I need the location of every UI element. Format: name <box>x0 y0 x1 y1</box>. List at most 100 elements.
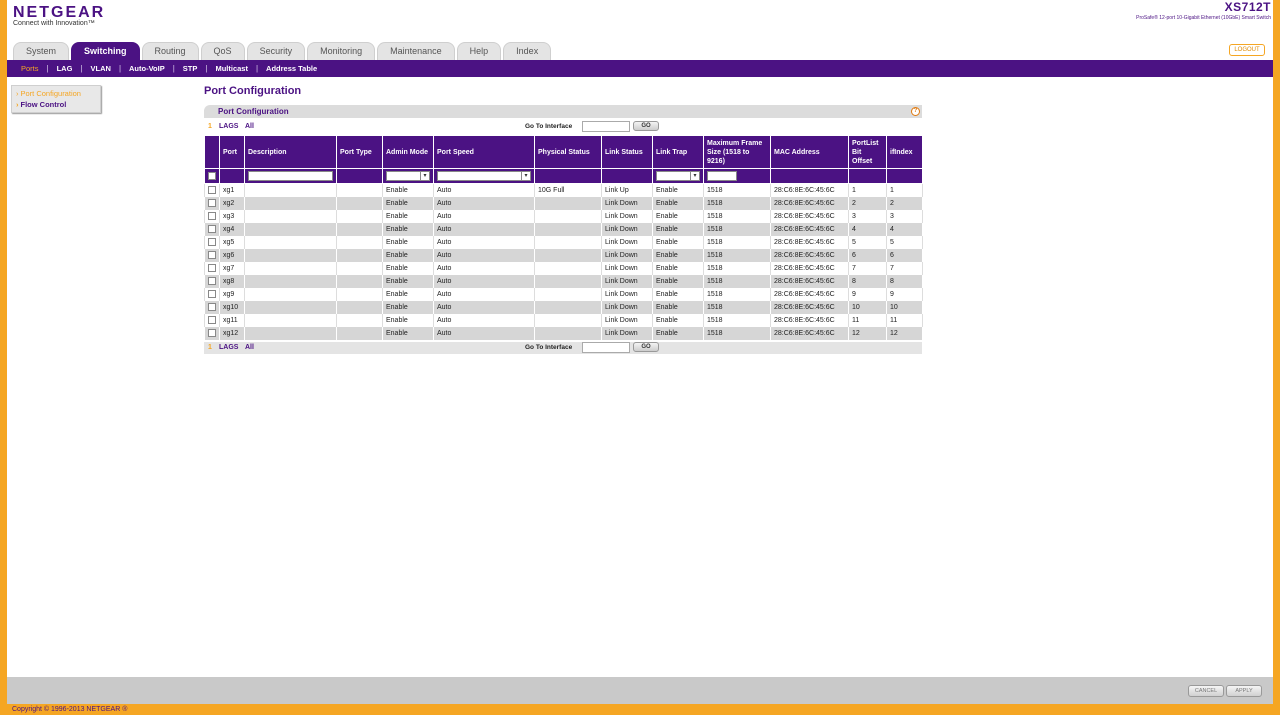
select-all-checkbox[interactable] <box>208 172 216 180</box>
row-checkbox[interactable] <box>208 251 216 259</box>
page-number-link[interactable]: 1 <box>208 123 212 130</box>
table-row[interactable]: xg9 Enable Auto Link Down Enable 1518 28:C6:8E… <box>204 287 923 301</box>
all-link[interactable]: All <box>245 123 254 130</box>
row-checkbox[interactable] <box>208 316 216 324</box>
subnav-auto-voip[interactable]: Auto-VoIP <box>129 64 165 73</box>
subnav-vlan[interactable]: VLAN <box>91 64 111 73</box>
table-row[interactable]: xg5 Enable Auto Link Down Enable 1518 28:C6:8E… <box>204 235 923 249</box>
admin-mode-select[interactable]: ▾ <box>386 171 430 181</box>
logout-button[interactable]: LOGOUT <box>1229 44 1265 56</box>
table-cell: Enable <box>652 196 704 210</box>
subnav-multicast[interactable]: Multicast <box>215 64 248 73</box>
subnav-address-table[interactable]: Address Table <box>266 64 317 73</box>
column-header: Admin Mode <box>382 135 434 169</box>
tab-index[interactable]: Index <box>503 42 552 60</box>
table-row[interactable]: xg6 Enable Auto Link Down Enable 1518 28:C6:8E… <box>204 248 923 262</box>
cancel-button[interactable]: CANCEL <box>1188 685 1224 697</box>
table-cell: 3 <box>848 209 887 223</box>
model-name: XS712T <box>1224 0 1271 14</box>
port-speed-select[interactable]: ▾ <box>437 171 531 181</box>
goto-interface-input[interactable] <box>582 121 630 132</box>
left-menu-flow-control[interactable]: › Flow Control <box>16 100 96 111</box>
table-cell: 5 <box>848 235 887 249</box>
description-filter-input[interactable] <box>248 171 333 181</box>
table-row[interactable]: xg3 Enable Auto Link Down Enable 1518 28:C6:8E… <box>204 209 923 223</box>
table-cell: Link Down <box>601 261 653 275</box>
column-header: Link Status <box>601 135 653 169</box>
table-cell <box>244 313 337 327</box>
tab-qos[interactable]: QoS <box>200 42 245 60</box>
table-cell: Enable <box>652 248 704 262</box>
column-header: Link Trap <box>652 135 704 169</box>
link-trap-select[interactable]: ▾ <box>656 171 700 181</box>
frame-size-filter-input[interactable] <box>707 171 737 181</box>
table-cell: Auto <box>433 326 535 340</box>
row-checkbox[interactable] <box>208 238 216 246</box>
all-link[interactable]: All <box>245 344 254 351</box>
goto-interface-input[interactable] <box>582 342 630 353</box>
subnav-separator: | <box>80 64 83 73</box>
table-cell: Auto <box>433 196 535 210</box>
page-title: Port Configuration <box>204 85 302 97</box>
go-button[interactable]: GO <box>633 121 659 131</box>
tab-routing[interactable]: Routing <box>141 42 199 60</box>
table-cell: Link Down <box>601 300 653 314</box>
table-cell: 28:C6:8E:6C:45:6C <box>770 274 849 288</box>
tab-help[interactable]: Help <box>456 42 502 60</box>
table-cell: Enable <box>652 261 704 275</box>
row-checkbox[interactable] <box>208 212 216 220</box>
subnav-ports[interactable]: Ports <box>21 64 39 73</box>
table-cell: xg9 <box>219 287 245 301</box>
chevron-right-icon: › <box>16 89 19 98</box>
subnav-stp[interactable]: STP <box>183 64 198 73</box>
row-checkbox[interactable] <box>208 277 216 285</box>
table-cell <box>244 222 337 236</box>
goto-interface-label: Go To Interface <box>525 123 573 130</box>
subnav-lag[interactable]: LAG <box>57 64 73 73</box>
table-row[interactable]: xg11 Enable Auto Link Down Enable 1518 28:C6:8… <box>204 313 923 327</box>
lags-link[interactable]: LAGS <box>219 123 238 130</box>
table-row[interactable]: xg8 Enable Auto Link Down Enable 1518 28:C6:8E… <box>204 274 923 288</box>
table-cell: Auto <box>433 300 535 314</box>
tab-maintenance[interactable]: Maintenance <box>377 42 455 60</box>
table-row[interactable]: xg2 Enable Auto Link Down Enable 1518 28:C6:8E… <box>204 196 923 210</box>
table-cell: Enable <box>382 313 434 327</box>
go-button[interactable]: GO <box>633 342 659 352</box>
table-row[interactable]: xg12 Enable Auto Link Down Enable 1518 28:C6:8… <box>204 326 923 340</box>
table-row[interactable]: xg4 Enable Auto Link Down Enable 1518 28:C6:8E… <box>204 222 923 236</box>
table-cell <box>336 209 383 223</box>
table-cell: Link Down <box>601 287 653 301</box>
row-checkbox[interactable] <box>208 303 216 311</box>
table-cell: 6 <box>848 248 887 262</box>
tab-system[interactable]: System <box>13 42 70 60</box>
table-row[interactable]: xg1 Enable Auto 10G Full Link Up Enable 1518 28… <box>204 183 923 197</box>
table-cell <box>534 209 602 223</box>
table-cell: Auto <box>433 313 535 327</box>
table-row[interactable]: xg7 Enable Auto Link Down Enable 1518 28:C6:8E… <box>204 261 923 275</box>
row-checkbox[interactable] <box>208 264 216 272</box>
table-row[interactable]: xg10 Enable Auto Link Down Enable 1518 28:C6:8… <box>204 300 923 314</box>
table-cell: Enable <box>382 274 434 288</box>
row-checkbox[interactable] <box>208 199 216 207</box>
table-cell <box>534 274 602 288</box>
page-number-link[interactable]: 1 <box>208 344 212 351</box>
column-header: PortList Bit Offset <box>848 135 887 169</box>
table-cell: xg11 <box>219 313 245 327</box>
table-cell: 28:C6:8E:6C:45:6C <box>770 326 849 340</box>
tab-monitoring[interactable]: Monitoring <box>307 42 376 60</box>
table-cell: Enable <box>382 183 434 197</box>
row-checkbox[interactable] <box>208 225 216 233</box>
table-cell: 1518 <box>703 261 771 275</box>
left-menu-port-configuration[interactable]: › Port Configuration <box>16 89 96 100</box>
apply-button[interactable]: APPLY <box>1226 685 1262 697</box>
help-icon[interactable]: ? <box>911 107 920 116</box>
chevron-right-icon: › <box>16 100 19 109</box>
table-cell: Link Up <box>601 183 653 197</box>
tab-security[interactable]: Security <box>246 42 306 60</box>
row-checkbox[interactable] <box>208 290 216 298</box>
model-description: ProSafe® 12-port 10-Gigabit Ethernet (10… <box>1136 15 1271 21</box>
row-checkbox[interactable] <box>208 186 216 195</box>
lags-link[interactable]: LAGS <box>219 344 238 351</box>
row-checkbox[interactable] <box>208 329 216 337</box>
tab-switching[interactable]: Switching <box>71 42 140 60</box>
